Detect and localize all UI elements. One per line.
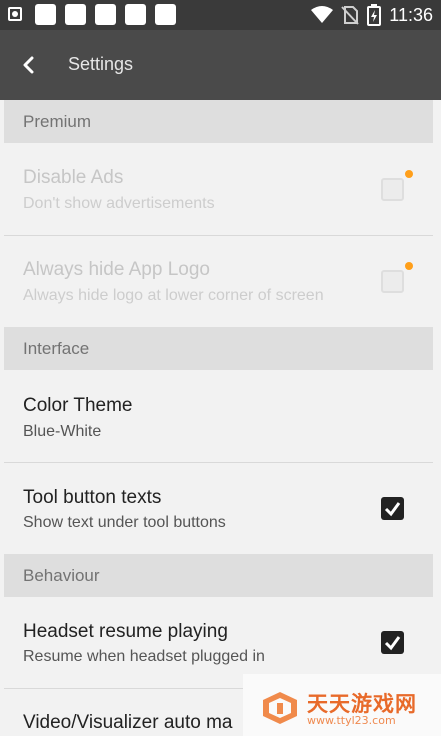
status-bar: 11:36 <box>0 0 441 30</box>
setting-title: Headset resume playing <box>23 621 228 642</box>
watermark-logo-icon <box>263 692 297 724</box>
setting-subtitle: Blue-White <box>23 423 102 440</box>
setting-subtitle: Resume when headset plugged in <box>23 648 265 665</box>
setting-subtitle: Always hide logo at lower corner of scre… <box>23 287 324 304</box>
battery-charging-icon <box>367 4 382 26</box>
no-sim-icon <box>341 6 360 25</box>
setting-title: Always hide App Logo <box>23 259 210 280</box>
setting-subtitle: Don't show advertisements <box>23 195 215 212</box>
setting-color-theme[interactable]: Color Theme Blue-White <box>0 370 441 462</box>
setting-hide-logo[interactable]: Always hide App Logo Always hide logo at… <box>0 236 441 327</box>
notification-icon <box>125 4 146 25</box>
check-icon <box>384 502 401 517</box>
setting-subtitle: Show text under tool buttons <box>23 514 226 531</box>
screenshot-icon <box>8 7 22 21</box>
wifi-icon <box>311 6 334 23</box>
notification-icon <box>155 4 176 25</box>
check-icon <box>384 636 401 651</box>
watermark: 天天游戏网 www.ttyl23.com <box>243 674 441 736</box>
section-header-interface: Interface <box>4 327 433 370</box>
premium-dot-icon <box>405 262 413 270</box>
setting-title: Disable Ads <box>23 167 124 188</box>
setting-title: Color Theme <box>23 395 133 416</box>
hide-logo-checkbox[interactable] <box>381 270 404 293</box>
notification-icon <box>35 4 56 25</box>
settings-list: Premium Disable Ads Don't show advertise… <box>0 100 441 736</box>
notification-icon <box>95 4 116 25</box>
headset-resume-checkbox[interactable] <box>381 631 404 654</box>
premium-dot-icon <box>405 170 413 178</box>
app-bar: Settings <box>0 30 441 100</box>
watermark-url: www.ttyl23.com <box>307 714 396 727</box>
setting-title: Video/Visualizer auto ma <box>23 712 233 733</box>
status-time: 11:36 <box>389 4 433 25</box>
section-header-behaviour: Behaviour <box>4 554 433 597</box>
disable-ads-checkbox[interactable] <box>381 178 404 201</box>
page-title: Settings <box>68 54 134 74</box>
section-header-premium: Premium <box>4 100 433 143</box>
setting-disable-ads[interactable]: Disable Ads Don't show advertisements <box>0 143 441 235</box>
chevron-left-icon <box>23 56 34 74</box>
notification-icon <box>65 4 86 25</box>
setting-title: Tool button texts <box>23 487 162 508</box>
tool-button-texts-checkbox[interactable] <box>381 497 404 520</box>
setting-tool-button-texts[interactable]: Tool button texts Show text under tool b… <box>0 463 441 554</box>
back-button[interactable] <box>14 50 44 80</box>
